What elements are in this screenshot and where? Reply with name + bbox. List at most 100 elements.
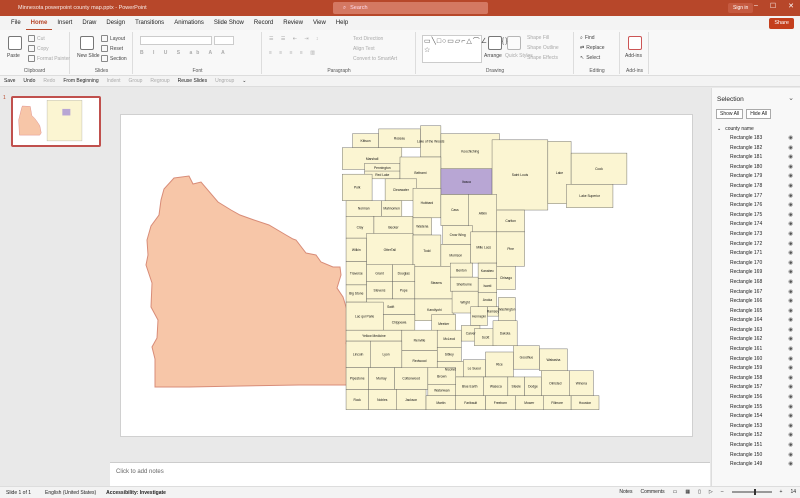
group-button[interactable]: Group [129,78,143,84]
selection-item[interactable]: Rectangle 173 ◉ [712,230,800,240]
new-slide-button[interactable]: New Slide [77,53,100,59]
eye-icon[interactable]: ◉ [788,326,793,336]
selection-item[interactable]: Rectangle 176 ◉ [712,201,800,211]
selection-item[interactable]: Rectangle 160 ◉ [712,355,800,365]
eye-icon[interactable]: ◉ [788,201,793,211]
undo-button[interactable]: Undo [23,78,35,84]
tab-help[interactable]: Help [331,16,353,30]
eye-icon[interactable]: ◉ [788,383,793,393]
copy-button[interactable]: Copy [28,45,49,52]
zoom-in-icon[interactable]: + [780,489,783,495]
shape-outline-button[interactable]: Shape Outline [527,45,559,51]
font-size-box[interactable] [214,36,234,45]
selection-item[interactable]: Rectangle 175 ◉ [712,211,800,221]
selection-group-row[interactable]: ⌄ county name [717,126,754,132]
search-box[interactable]: ⌕ Search [333,2,488,14]
eye-icon[interactable]: ◉ [788,192,793,202]
eye-icon[interactable]: ◉ [788,307,793,317]
eye-icon[interactable]: ◉ [788,412,793,422]
selection-item[interactable]: Rectangle 153 ◉ [712,422,800,432]
eye-icon[interactable]: ◉ [788,172,793,182]
paste-icon[interactable] [8,36,22,50]
minimize-icon[interactable]: – [754,2,758,10]
cut-button[interactable]: Cut [28,35,45,42]
collapse-icon[interactable]: ⌄ [717,126,721,132]
text-direction-button[interactable]: Text Direction [353,36,383,42]
selection-item[interactable]: Rectangle 149 ◉ [712,460,800,470]
eye-icon[interactable]: ◉ [788,364,793,374]
shapes-gallery[interactable]: ▭╲□○▭▱⌐△⌒∠↗⊞{}☆ [422,35,507,63]
layout-button[interactable]: Layout [101,35,125,42]
notes-button[interactable]: Notes [619,489,632,495]
ungroup-button[interactable]: Ungroup [215,78,234,84]
tab-record[interactable]: Record [249,16,278,30]
new-slide-icon[interactable] [80,36,94,50]
format-painter-button[interactable]: Format Painter [28,55,70,62]
tab-home[interactable]: Home [25,16,53,30]
slide-thumbnail[interactable] [11,96,101,147]
redo-button[interactable]: Redo [43,78,55,84]
eye-icon[interactable]: ◉ [788,211,793,221]
from-beginning-button[interactable]: From Beginning [63,78,98,84]
arrange-icon[interactable] [488,36,502,50]
eye-icon[interactable]: ◉ [788,393,793,403]
eye-icon[interactable]: ◉ [788,153,793,163]
eye-icon[interactable]: ◉ [788,134,793,144]
zoom-out-icon[interactable]: – [721,489,724,495]
eye-icon[interactable]: ◉ [788,288,793,298]
language-status[interactable]: English (United States) [45,490,96,496]
tab-transitions[interactable]: Transitions [130,16,169,30]
indent-button[interactable]: Indent [107,78,121,84]
regroup-button[interactable]: Regroup [150,78,169,84]
tab-review[interactable]: Review [278,16,308,30]
reset-button[interactable]: Reset [101,45,123,52]
maximize-icon[interactable]: ☐ [770,2,776,10]
zoom-slider[interactable] [731,489,772,495]
selection-item[interactable]: Rectangle 179 ◉ [712,172,800,182]
eye-icon[interactable]: ◉ [788,441,793,451]
eye-icon[interactable]: ◉ [788,451,793,461]
eye-icon[interactable]: ◉ [788,431,793,441]
selection-item[interactable]: Rectangle 159 ◉ [712,364,800,374]
selection-item[interactable]: Rectangle 177 ◉ [712,192,800,202]
eye-icon[interactable]: ◉ [788,240,793,250]
font-name-box[interactable] [140,36,212,45]
selection-item[interactable]: Rectangle 170 ◉ [712,259,800,269]
eye-icon[interactable]: ◉ [788,163,793,173]
tab-view[interactable]: View [308,16,331,30]
selection-item[interactable]: Rectangle 155 ◉ [712,403,800,413]
shape-fill-button[interactable]: Shape Fill [527,35,549,41]
selection-item[interactable]: Rectangle 162 ◉ [712,335,800,345]
selection-item[interactable]: Rectangle 172 ◉ [712,240,800,250]
tab-draw[interactable]: Draw [77,16,101,30]
save-button[interactable]: Save [4,78,15,84]
normal-view-icon[interactable]: ▭ [673,489,678,495]
eye-icon[interactable]: ◉ [788,403,793,413]
select-button[interactable]: ↖ Select [580,55,600,61]
eye-icon[interactable]: ◉ [788,297,793,307]
replace-button[interactable]: ⇄ Replace [580,45,605,51]
list-icons[interactable]: ☰ ☰ ⇤ ⇥ ↕ [269,36,321,42]
eye-icon[interactable]: ◉ [788,422,793,432]
accessibility-status[interactable]: Accessibility: Investigate [106,490,166,496]
arrange-button[interactable]: Arrange [484,53,502,59]
sorter-view-icon[interactable]: ▦ [685,489,690,495]
hide-all-button[interactable]: Hide All [746,109,772,119]
addins-icon[interactable] [628,36,642,50]
tab-animations[interactable]: Animations [169,16,209,30]
eye-icon[interactable]: ◉ [788,230,793,240]
selection-item[interactable]: Rectangle 169 ◉ [712,268,800,278]
selection-item[interactable]: Rectangle 178 ◉ [712,182,800,192]
eye-icon[interactable]: ◉ [788,355,793,365]
slideshow-view-icon[interactable]: ▷ [709,489,713,495]
close-icon[interactable]: ✕ [788,2,794,10]
font-format-icons[interactable]: B I U S ab A A [140,50,229,56]
tab-file[interactable]: File [6,16,26,30]
selection-item[interactable]: Rectangle 166 ◉ [712,297,800,307]
quick-styles-icon[interactable] [507,36,521,50]
selection-item[interactable]: Rectangle 151 ◉ [712,441,800,451]
tab-design[interactable]: Design [101,16,130,30]
shape-effects-button[interactable]: Shape Effects [527,55,558,61]
show-all-button[interactable]: Show All [716,109,744,119]
selection-item[interactable]: Rectangle 158 ◉ [712,374,800,384]
